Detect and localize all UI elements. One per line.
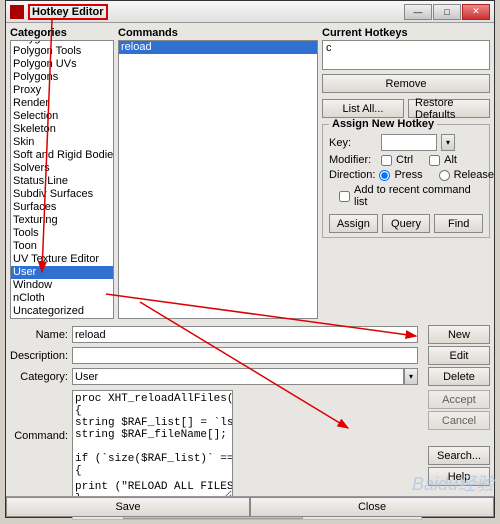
category-item[interactable]: Render bbox=[11, 97, 113, 110]
cancel-button[interactable]: Cancel bbox=[428, 411, 490, 430]
category-item[interactable]: Polygon Tools bbox=[11, 45, 113, 58]
category-item[interactable]: Polygon UVs bbox=[11, 58, 113, 71]
add-recent-checkbox[interactable] bbox=[339, 191, 350, 202]
category-dropdown-icon[interactable]: ▾ bbox=[404, 368, 418, 385]
save-button[interactable]: Save bbox=[6, 497, 250, 517]
modifier-label: Modifier: bbox=[329, 154, 377, 166]
category-item[interactable]: Solvers bbox=[11, 162, 113, 175]
ctrl-checkbox[interactable] bbox=[381, 155, 392, 166]
watermark: Baidu经验 bbox=[412, 470, 494, 496]
category-item[interactable]: Uncategorized bbox=[11, 305, 113, 318]
edit-button[interactable]: Edit bbox=[428, 346, 490, 365]
current-hotkeys-label: Current Hotkeys bbox=[322, 27, 490, 39]
close-button[interactable]: Close bbox=[250, 497, 494, 517]
categories-label: Categories bbox=[10, 27, 114, 39]
category-label: Category: bbox=[10, 371, 68, 383]
key-input[interactable] bbox=[381, 134, 437, 151]
category-item[interactable]: UV Texture Editor bbox=[11, 253, 113, 266]
accept-button[interactable]: Accept bbox=[428, 390, 490, 409]
categories-list[interactable]: MiscellaneousModeling PanelModifyNavigat… bbox=[10, 40, 114, 319]
press-label: Press bbox=[394, 169, 422, 181]
category-item[interactable]: Selection bbox=[11, 110, 113, 123]
category-item[interactable]: Tools bbox=[11, 227, 113, 240]
query-button[interactable]: Query bbox=[382, 214, 431, 233]
ctrl-label: Ctrl bbox=[396, 154, 413, 166]
assign-group-label: Assign New Hotkey bbox=[329, 118, 437, 130]
direction-label: Direction: bbox=[329, 169, 375, 181]
description-input[interactable] bbox=[72, 347, 418, 364]
find-button[interactable]: Find bbox=[434, 214, 483, 233]
add-recent-label: Add to recent command list bbox=[354, 184, 483, 208]
category-item[interactable]: Skeleton bbox=[11, 123, 113, 136]
category-select[interactable] bbox=[72, 368, 404, 385]
category-item[interactable]: Window bbox=[11, 279, 113, 292]
assign-button[interactable]: Assign bbox=[329, 214, 378, 233]
list-all-button[interactable]: List All... bbox=[322, 99, 404, 118]
category-item[interactable]: Subdiv Surfaces bbox=[11, 188, 113, 201]
commands-label: Commands bbox=[118, 27, 318, 39]
category-item[interactable]: Texturing bbox=[11, 214, 113, 227]
category-item[interactable]: Proxy bbox=[11, 84, 113, 97]
category-item[interactable]: Skin bbox=[11, 136, 113, 149]
close-window-button[interactable]: ✕ bbox=[462, 4, 490, 20]
alt-checkbox[interactable] bbox=[429, 155, 440, 166]
category-item[interactable]: Polygons bbox=[11, 71, 113, 84]
current-hotkeys-display: c bbox=[322, 40, 490, 70]
command-item[interactable]: reload bbox=[119, 41, 317, 54]
commands-list[interactable]: reload bbox=[118, 40, 318, 319]
command-textarea[interactable] bbox=[72, 390, 233, 500]
name-label: Name: bbox=[10, 329, 68, 341]
search-button[interactable]: Search... bbox=[428, 446, 490, 465]
name-input[interactable] bbox=[72, 326, 418, 343]
key-dropdown-icon[interactable]: ▾ bbox=[441, 134, 455, 151]
press-radio[interactable] bbox=[379, 170, 390, 181]
delete-button[interactable]: Delete bbox=[428, 367, 490, 386]
release-radio[interactable] bbox=[439, 170, 450, 181]
new-button[interactable]: New bbox=[428, 325, 490, 344]
category-item[interactable]: Soft and Rigid Bodies bbox=[11, 149, 113, 162]
release-label: Release bbox=[454, 169, 494, 181]
description-label: Description: bbox=[10, 350, 68, 362]
category-item[interactable]: nCloth bbox=[11, 292, 113, 305]
maximize-button[interactable]: □ bbox=[433, 4, 461, 20]
restore-defaults-button[interactable]: Restore Defaults bbox=[408, 99, 490, 118]
category-item[interactable]: Surfaces bbox=[11, 201, 113, 214]
category-item[interactable]: User bbox=[11, 266, 113, 279]
key-label: Key: bbox=[329, 137, 377, 149]
minimize-button[interactable]: — bbox=[404, 4, 432, 20]
remove-button[interactable]: Remove bbox=[322, 74, 490, 93]
category-item[interactable]: Status Line bbox=[11, 175, 113, 188]
app-icon bbox=[10, 5, 24, 19]
alt-label: Alt bbox=[444, 154, 457, 166]
category-item[interactable]: Toon bbox=[11, 240, 113, 253]
window-title: Hotkey Editor bbox=[28, 4, 108, 20]
